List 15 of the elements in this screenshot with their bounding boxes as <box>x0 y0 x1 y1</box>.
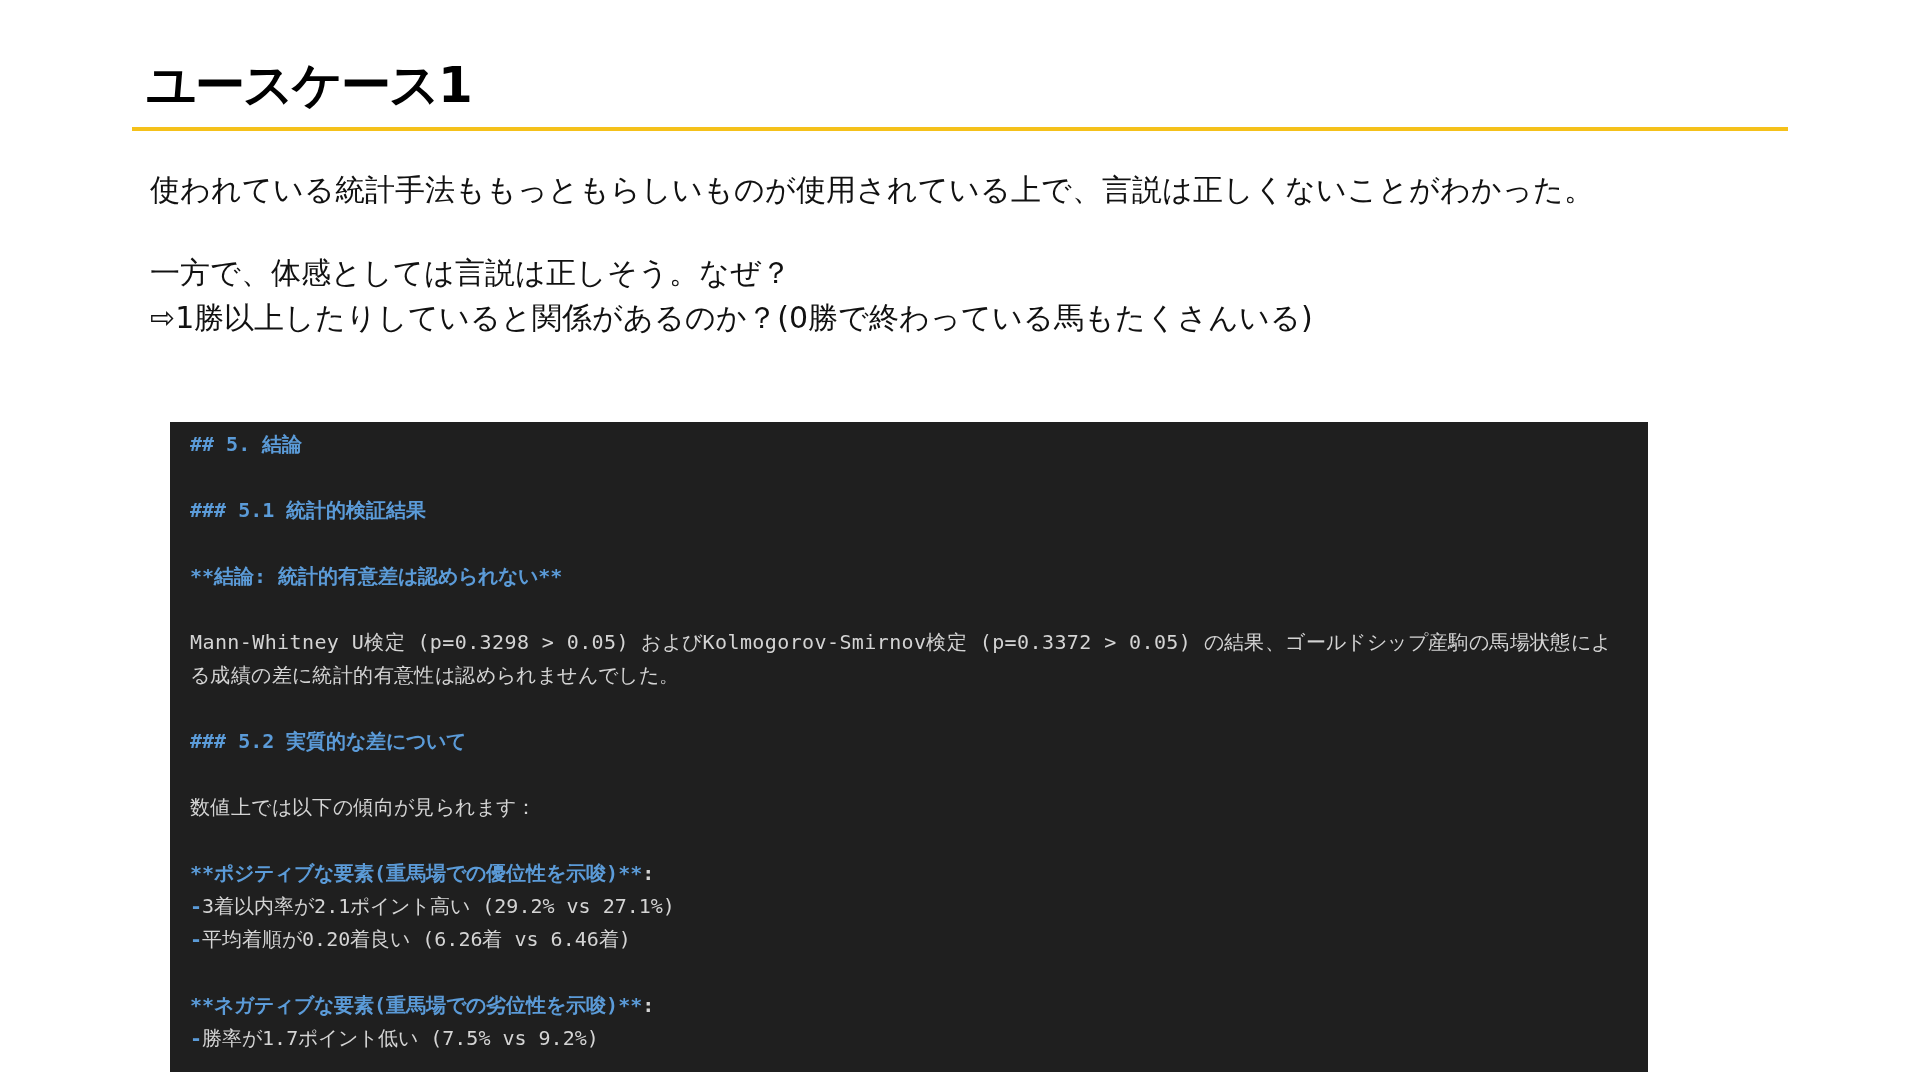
code-text: 数値上では以下の傾向が見られます： <box>190 794 538 821</box>
bold-markdown-line: **ネガティブな要素(重馬場での劣位性を示唆)**: <box>190 992 655 1019</box>
bold-markdown-line: **結論: 統計的有意差は認められない** <box>190 563 563 590</box>
markdown-heading: ## 5. 結論 <box>190 431 303 458</box>
markdown-heading: ### 5.2 実質的な差について <box>190 728 467 755</box>
bold-markdown-line: **ポジティブな要素(重馬場での優位性を示唆)**: <box>190 860 655 887</box>
body-text: 一方で、体感としては言説は正しそう。なぜ？ <box>150 254 791 292</box>
body-text: 使われている統計手法ももっともらしいものが使用されている上で、言説は正しくないことがわかった。 <box>150 171 1594 209</box>
bullet-line: -平均着順が0.20着良い (6.26着 vs 6.46着) <box>190 926 631 953</box>
code-text: Mann-Whitney U検定 (p=0.3298 > 0.05) およびKolmogorov-Smirnov検定 (p=0.3372 > 0.05) の結果、ゴールドシップ産駒の馬場状態による成績の差に統計的有意性は認められませんでした。 <box>190 629 1613 689</box>
bullet-line: -3着以内率が2.1ポイント高い (29.2% vs 27.1%) <box>190 893 675 920</box>
slide-title: ユースケース1 <box>146 55 471 116</box>
body-text: ⇨1勝以上したりしていると関係があるのか？(0勝で終わっている馬もたくさんいる) <box>150 299 1313 337</box>
markdown-heading: ### 5.1 統計的検証結果 <box>190 497 427 524</box>
bullet-line: -勝率が1.7ポイント低い (7.5% vs 9.2%) <box>190 1025 599 1052</box>
